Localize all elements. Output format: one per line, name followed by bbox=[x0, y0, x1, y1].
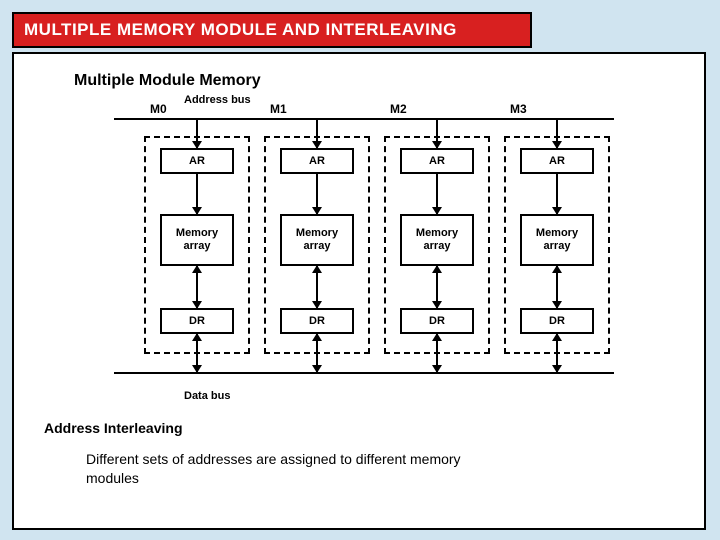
memory-module-0: M0 AR Memory array DR bbox=[144, 108, 252, 378]
memory-array-box: Memory array bbox=[160, 214, 234, 266]
section-heading: Address Interleaving bbox=[44, 420, 674, 436]
memory-array-box: Memory array bbox=[520, 214, 594, 266]
double-arrow-icon bbox=[556, 334, 558, 372]
memory-module-2: M2 AR Memory array DR bbox=[384, 108, 492, 378]
body-text: Different sets of addresses are assigned… bbox=[86, 450, 466, 488]
diagram-heading: Multiple Module Memory bbox=[74, 72, 674, 90]
content-frame: Multiple Module Memory Address bus M0 AR… bbox=[12, 52, 706, 530]
memory-array-box: Memory array bbox=[280, 214, 354, 266]
page-title: MULTIPLE MEMORY MODULE AND INTERLEAVING bbox=[12, 12, 532, 48]
arrow-icon bbox=[316, 118, 318, 148]
module-label: M3 bbox=[508, 102, 529, 116]
module-label: M0 bbox=[148, 102, 169, 116]
double-arrow-icon bbox=[316, 334, 318, 372]
memory-module-3: M3 AR Memory array DR bbox=[504, 108, 612, 378]
arrow-icon bbox=[196, 118, 198, 148]
arrow-icon bbox=[556, 174, 558, 214]
address-register-box: AR bbox=[520, 148, 594, 174]
module-label: M1 bbox=[268, 102, 289, 116]
arrow-icon bbox=[556, 118, 558, 148]
data-register-box: DR bbox=[280, 308, 354, 334]
double-arrow-icon bbox=[436, 334, 438, 372]
address-register-box: AR bbox=[160, 148, 234, 174]
address-bus-label: Address bus bbox=[184, 94, 674, 106]
data-register-box: DR bbox=[520, 308, 594, 334]
data-register-box: DR bbox=[160, 308, 234, 334]
memory-module-diagram: M0 AR Memory array DR M1 AR Memory array… bbox=[114, 108, 634, 388]
double-arrow-icon bbox=[196, 266, 198, 308]
arrow-icon bbox=[196, 174, 198, 214]
address-register-box: AR bbox=[280, 148, 354, 174]
data-register-box: DR bbox=[400, 308, 474, 334]
data-bus-label: Data bus bbox=[184, 390, 674, 402]
memory-array-box: Memory array bbox=[400, 214, 474, 266]
double-arrow-icon bbox=[196, 334, 198, 372]
double-arrow-icon bbox=[556, 266, 558, 308]
arrow-icon bbox=[316, 174, 318, 214]
memory-module-1: M1 AR Memory array DR bbox=[264, 108, 372, 378]
address-register-box: AR bbox=[400, 148, 474, 174]
module-label: M2 bbox=[388, 102, 409, 116]
double-arrow-icon bbox=[316, 266, 318, 308]
arrow-icon bbox=[436, 174, 438, 214]
double-arrow-icon bbox=[436, 266, 438, 308]
arrow-icon bbox=[436, 118, 438, 148]
